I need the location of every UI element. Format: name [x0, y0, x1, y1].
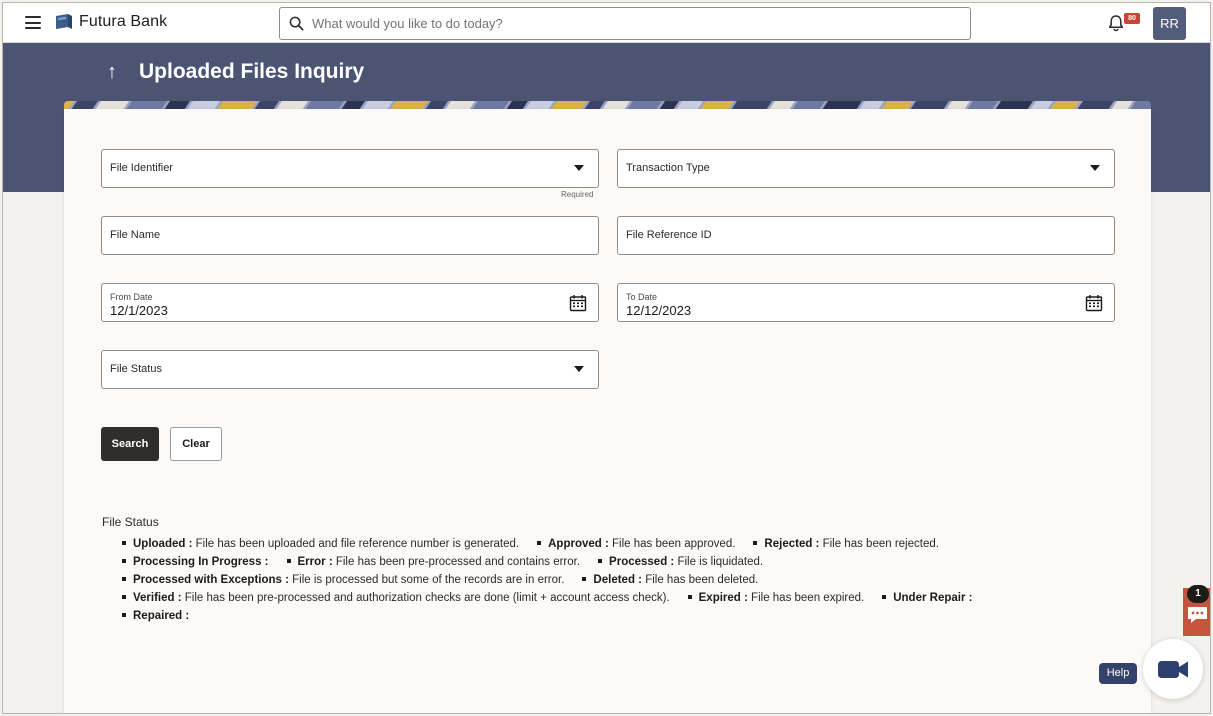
legend-item: Under Repair : [882, 589, 972, 607]
required-note: Required [561, 190, 594, 199]
legend-desc: File has been uploaded and file referenc… [192, 538, 520, 550]
legend-item: Rejected : File has been rejected. [753, 535, 939, 553]
transaction-type-label: Transaction Type [626, 162, 710, 174]
legend-title: File Status [102, 515, 159, 529]
legend-desc: File has been deleted. [642, 574, 759, 586]
to-date-label: To Date [626, 292, 658, 302]
search-button[interactable]: Search [101, 427, 159, 461]
legend-desc: File has been pre-processed and contains… [332, 556, 581, 568]
from-date-value: 12/1/2023 [110, 303, 168, 318]
legend-row: Processed with Exceptions : File is proc… [122, 571, 1122, 589]
video-camera-icon [1158, 661, 1188, 678]
to-date-value: 12/12/2023 [626, 303, 692, 318]
legend-row: Processing In Progress : Error : File has… [122, 553, 1122, 571]
calendar-icon[interactable] [1085, 294, 1103, 312]
legend-item: Error : File has been pre-processed and … [287, 553, 581, 571]
legend-desc: File has been approved. [608, 538, 736, 550]
back-arrow-icon[interactable]: ↑ [107, 61, 117, 83]
legend-desc: File has been expired. [747, 592, 865, 604]
file-reference-input[interactable]: File Reference ID [617, 216, 1115, 255]
calendar-icon[interactable] [569, 294, 587, 312]
legend-term: Deleted : [593, 574, 642, 586]
legend-term: Processing In Progress : [133, 556, 269, 568]
legend-item: Processed with Exceptions : File is proc… [122, 571, 564, 589]
from-date-label: From Date [110, 292, 153, 302]
legend-row: Uploaded : File has been uploaded and fi… [122, 535, 1122, 553]
global-search[interactable] [279, 7, 971, 40]
legend-item: Expired : File has been expired. [688, 589, 865, 607]
legend-item: Processed : File is liquidated. [598, 553, 763, 571]
legend-item: Processing In Progress : [122, 553, 269, 571]
page-title: Uploaded Files Inquiry [139, 60, 365, 83]
file-name-input[interactable]: File Name [101, 216, 599, 255]
bell-icon[interactable] [1107, 14, 1125, 32]
clear-button[interactable]: Clear [170, 427, 222, 461]
legend-term: Repaired : [133, 610, 190, 622]
file-name-label: File Name [110, 229, 161, 241]
legend-item: Verified : File has been pre-processed a… [122, 589, 670, 607]
legend-term: Processed with Exceptions : [133, 574, 289, 586]
transaction-type-select[interactable]: Transaction Type [617, 149, 1115, 188]
avatar[interactable]: RR [1153, 7, 1186, 40]
legend-term: Processed : [609, 556, 675, 568]
help-button[interactable]: Help [1099, 663, 1137, 684]
file-status-legend: Uploaded : File has been uploaded and fi… [122, 535, 1122, 625]
video-call-button[interactable] [1143, 639, 1203, 699]
inquiry-card: File Identifier Required Transaction Typ… [64, 109, 1151, 713]
file-identifier-select[interactable]: File Identifier [101, 149, 599, 188]
file-status-select[interactable]: File Status [101, 350, 599, 389]
legend-term: Uploaded : [133, 538, 193, 550]
chevron-down-icon [574, 366, 584, 372]
legend-item: Approved : File has been approved. [537, 535, 735, 553]
search-icon [289, 16, 304, 31]
brand-name: Futura Bank [79, 13, 168, 30]
search-input[interactable] [312, 8, 952, 39]
file-reference-label: File Reference ID [626, 229, 712, 241]
from-date-field[interactable]: From Date 12/1/2023 [101, 283, 599, 322]
notification-badge: 80 [1124, 13, 1140, 24]
menu-icon[interactable] [25, 16, 41, 29]
legend-term: Expired : [698, 592, 748, 604]
legend-item: Repaired : [122, 607, 189, 625]
bank-logo-icon [56, 14, 72, 29]
legend-row: Repaired : [122, 607, 1122, 625]
legend-row: Verified : File has been pre-processed a… [122, 589, 1122, 607]
legend-desc: File is processed but some of the record… [288, 574, 565, 586]
chevron-down-icon [1090, 165, 1100, 171]
legend-term: Rejected : [764, 538, 820, 550]
legend-term: Error : [297, 556, 333, 568]
legend-item: Uploaded : File has been uploaded and fi… [122, 535, 519, 553]
top-bar: Futura Bank 80 RR [3, 3, 1210, 43]
app-window: Futura Bank 80 RR ↑ Uploaded Files Inqui… [2, 2, 1211, 714]
legend-desc: File has been rejected. [819, 538, 939, 550]
chat-badge: 1 [1187, 585, 1209, 603]
legend-term: Approved : [548, 538, 609, 550]
legend-item: Deleted : File has been deleted. [582, 571, 758, 589]
legend-desc: File has been pre-processed and authoriz… [181, 592, 670, 604]
legend-desc: File is liquidated. [674, 556, 764, 568]
file-status-label: File Status [110, 363, 162, 375]
legend-term: Under Repair : [893, 592, 973, 604]
legend-term: Verified : [133, 592, 182, 604]
chevron-down-icon [574, 165, 584, 171]
to-date-field[interactable]: To Date 12/12/2023 [617, 283, 1115, 322]
file-identifier-label: File Identifier [110, 162, 173, 174]
